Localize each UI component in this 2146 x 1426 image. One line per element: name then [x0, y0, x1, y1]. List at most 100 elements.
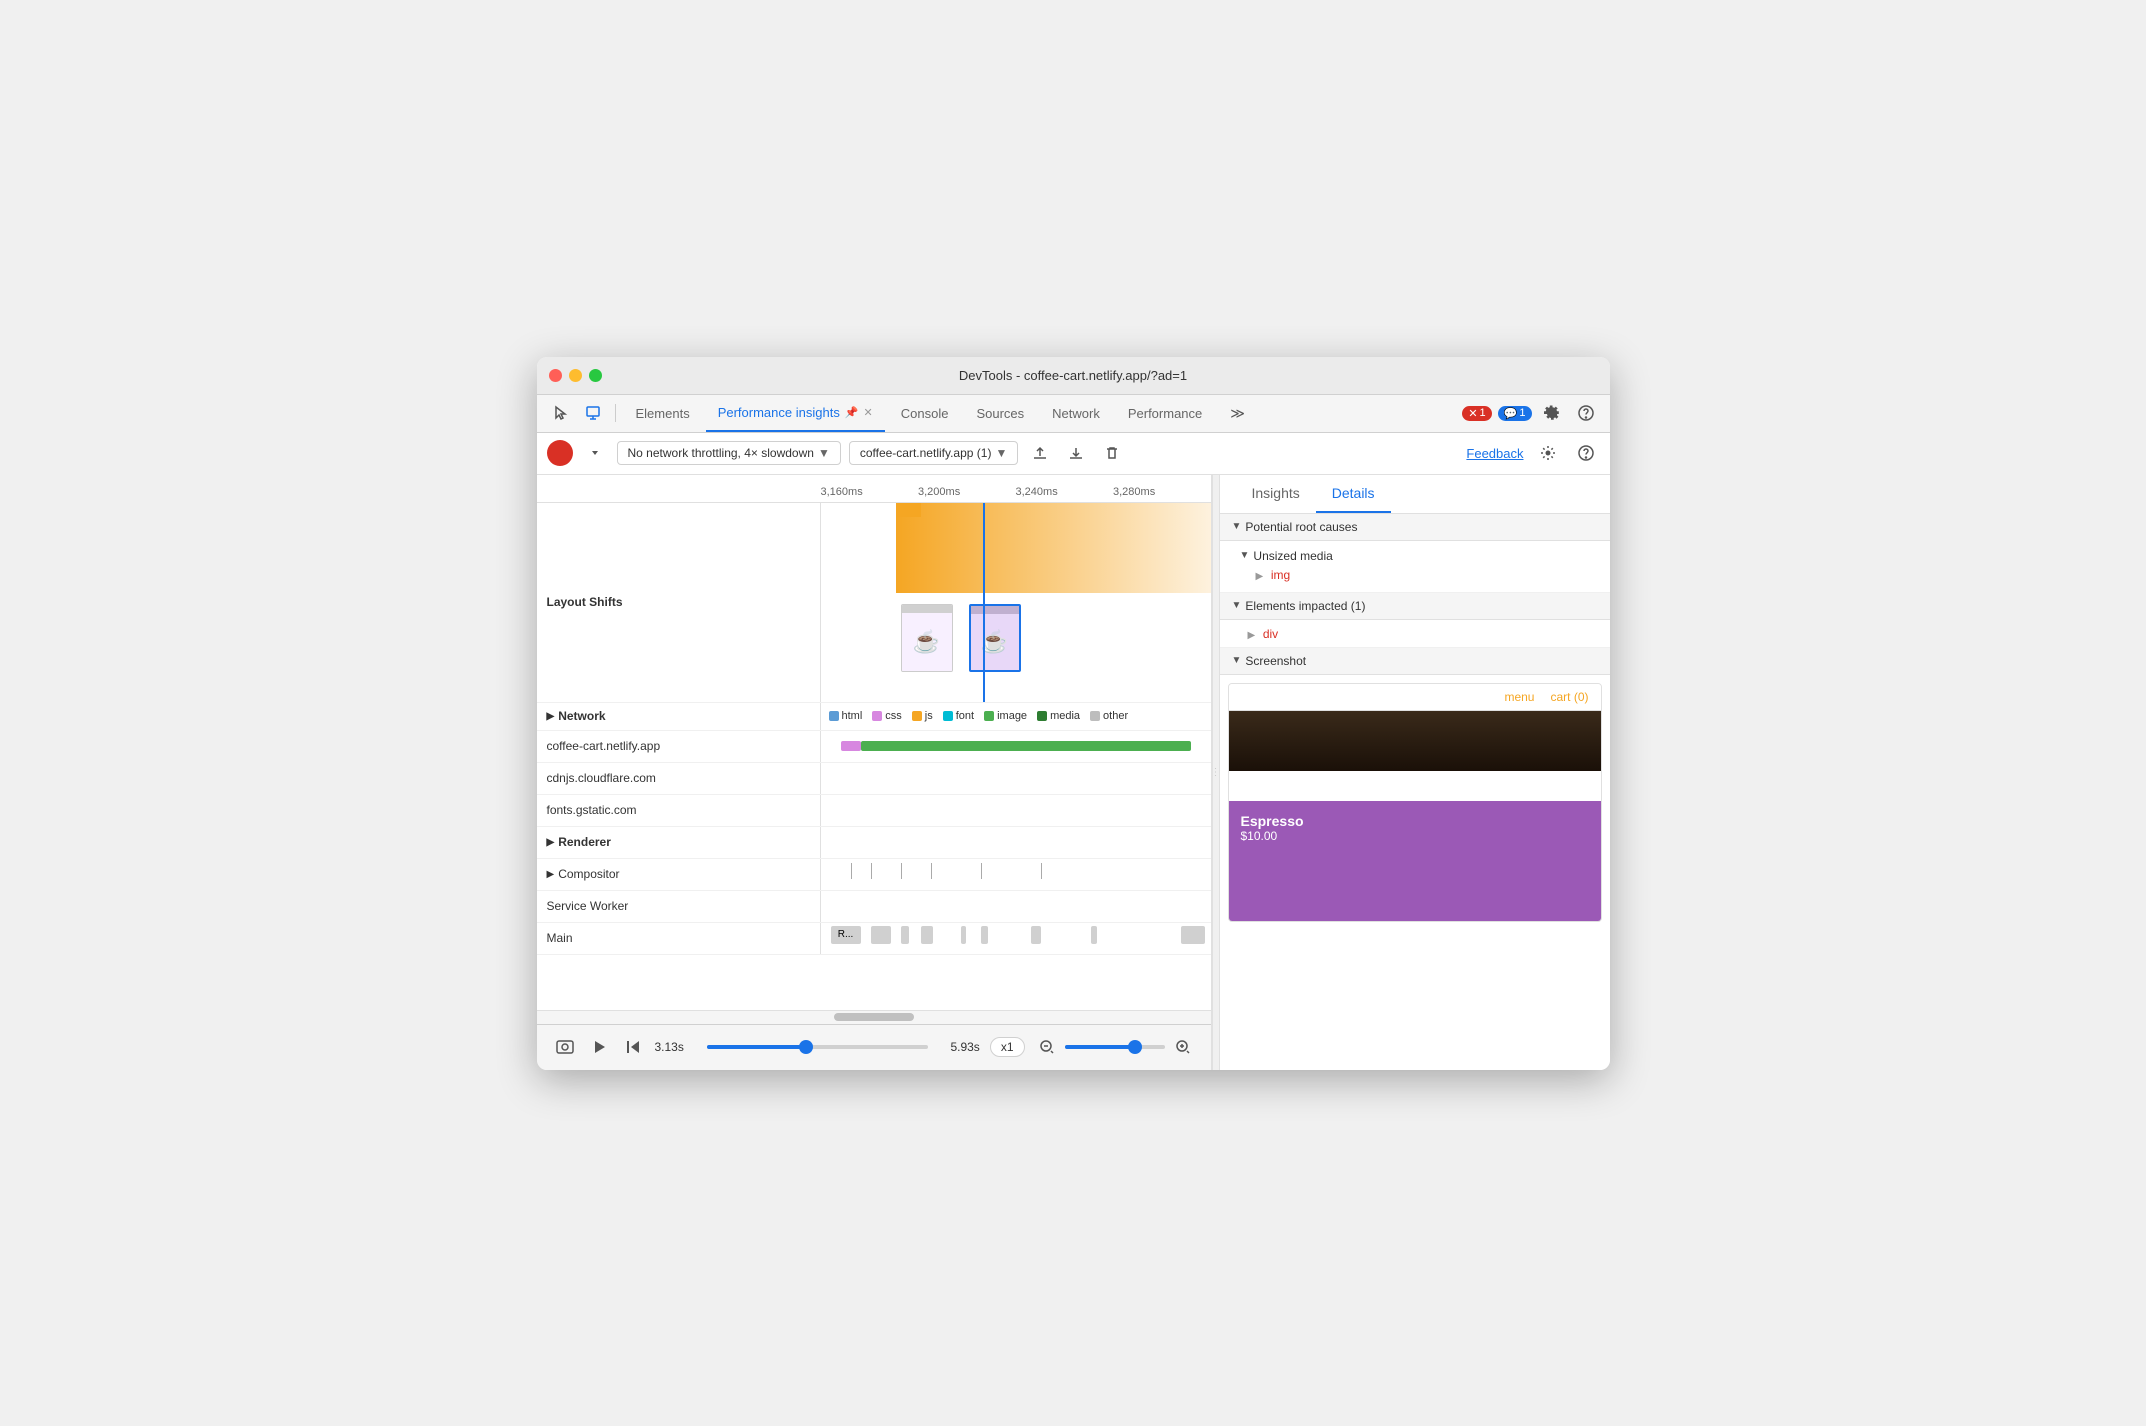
- close-button[interactable]: [549, 369, 562, 382]
- devtools-window: DevTools - coffee-cart.netlify.app/?ad=1…: [537, 357, 1610, 1070]
- help-icon[interactable]: [1572, 399, 1600, 427]
- triangle-icon-4: ▼: [1232, 600, 1242, 611]
- renderer-row: ▶ Renderer: [537, 827, 1211, 859]
- minimize-button[interactable]: [569, 369, 582, 382]
- toolbar-divider: [615, 404, 616, 422]
- main-content[interactable]: R...: [821, 923, 1211, 954]
- tab-sources[interactable]: Sources: [964, 394, 1036, 432]
- playback-slider[interactable]: [707, 1045, 928, 1049]
- thumbnail-2[interactable]: ☕: [969, 604, 1021, 672]
- play-button[interactable]: [587, 1035, 611, 1059]
- zoom-out-icon[interactable]: [1035, 1035, 1059, 1059]
- inspect-icon[interactable]: [579, 399, 607, 427]
- network-resource-bar-2[interactable]: [821, 763, 1211, 794]
- secondary-toolbar-right: Feedback: [1466, 439, 1599, 467]
- img-link-container: ▶ img: [1240, 567, 1598, 588]
- zoom-container: [1035, 1035, 1195, 1059]
- thumbnail-1[interactable]: ☕: [901, 604, 953, 672]
- screenshot-mode-icon[interactable]: [553, 1035, 577, 1059]
- right-panel: Insights Details ▼ Potential root causes…: [1220, 475, 1610, 1070]
- potential-root-causes-header[interactable]: ▼ Potential root causes: [1220, 514, 1610, 541]
- main-content: 3,160ms 3,200ms 3,240ms 3,280ms Layout S…: [537, 475, 1610, 1070]
- elements-impacted-header[interactable]: ▼ Elements impacted (1): [1220, 593, 1610, 620]
- screenshot-product-card: Espresso $10.00: [1229, 801, 1601, 921]
- window-title: DevTools - coffee-cart.netlify.app/?ad=1: [959, 368, 1187, 383]
- url-dropdown-arrow: ▼: [995, 446, 1007, 460]
- url-dropdown[interactable]: coffee-cart.netlify.app (1) ▼: [849, 441, 1019, 465]
- renderer-content[interactable]: [821, 827, 1211, 858]
- screenshot-white-area: [1229, 771, 1601, 801]
- tab-network[interactable]: Network: [1040, 394, 1112, 432]
- network-legend-content: html css js: [821, 703, 1211, 730]
- main-row: Main R...: [537, 923, 1211, 955]
- jump-to-start-button[interactable]: [621, 1035, 645, 1059]
- screenshot-section: menu cart (0) Espresso $10.00: [1220, 675, 1610, 930]
- delete-icon[interactable]: [1098, 439, 1126, 467]
- zoom-in-icon[interactable]: [1171, 1035, 1195, 1059]
- toolbar-right: ✕ 1 💬 1: [1462, 399, 1599, 427]
- network-resource-bar-1[interactable]: [821, 731, 1211, 762]
- unsized-media-section: ▼ Unsized media ▶ img: [1220, 541, 1610, 593]
- service-worker-content[interactable]: [821, 891, 1211, 922]
- screenshot-preview: menu cart (0) Espresso $10.00: [1228, 683, 1602, 922]
- tab-elements[interactable]: Elements: [624, 394, 702, 432]
- throttle-dropdown[interactable]: No network throttling, 4× slowdown ▼: [617, 441, 841, 465]
- throttle-dropdown-arrow: ▼: [818, 446, 830, 460]
- right-panel-tabs: Insights Details: [1220, 475, 1610, 514]
- right-panel-content: ▼ Potential root causes ▼ Unsized media …: [1220, 514, 1610, 1070]
- unsized-media-header[interactable]: ▼ Unsized media: [1240, 545, 1598, 567]
- time-end-label: 5.93s: [942, 1040, 980, 1054]
- img-link[interactable]: img: [1271, 568, 1290, 582]
- tab-insights[interactable]: Insights: [1236, 475, 1316, 513]
- tab-details[interactable]: Details: [1316, 475, 1391, 513]
- help-icon-2[interactable]: [1572, 439, 1600, 467]
- network-resource-bar-3[interactable]: [821, 795, 1211, 826]
- pin-icon: 📌: [845, 406, 859, 419]
- bottom-bar: 3.13s 5.93s x1: [537, 1024, 1211, 1070]
- layout-shifts-label: Layout Shifts: [537, 503, 821, 702]
- tab-console[interactable]: Console: [889, 394, 961, 432]
- legend-image: image: [984, 710, 1027, 722]
- screenshot-cart-link: cart (0): [1550, 690, 1588, 704]
- tab-performance[interactable]: Performance: [1116, 394, 1214, 432]
- network-resource-3: fonts.gstatic.com: [537, 795, 1211, 827]
- network-resource-label-2: cdnjs.cloudflare.com: [537, 763, 821, 794]
- tab-performance-insights[interactable]: Performance insights 📌 ✕: [706, 394, 885, 432]
- legend-html: html: [829, 710, 863, 722]
- time-tick-2: 3,200ms: [918, 486, 1016, 498]
- settings-icon[interactable]: [1538, 399, 1566, 427]
- screenshot-header[interactable]: ▼ Screenshot: [1220, 648, 1610, 675]
- div-link[interactable]: div: [1263, 627, 1278, 641]
- network-header-row: ▶ Network html css: [537, 703, 1211, 731]
- more-tabs-button[interactable]: ≫: [1218, 394, 1257, 432]
- cursor-icon[interactable]: [547, 399, 575, 427]
- layout-shifts-content[interactable]: ☕ ☕: [821, 503, 1211, 702]
- network-resource-2: cdnjs.cloudflare.com: [537, 763, 1211, 795]
- resize-handle[interactable]: ⋮: [1212, 475, 1220, 1070]
- network-label: ▶ Network: [537, 703, 821, 730]
- speed-badge[interactable]: x1: [990, 1037, 1025, 1057]
- upload-icon[interactable]: [1026, 439, 1054, 467]
- screenshot-menu-link: menu: [1504, 690, 1534, 704]
- feedback-link[interactable]: Feedback: [1466, 446, 1523, 461]
- legend-font: font: [943, 710, 974, 722]
- triangle-icon-3: ▶: [1256, 571, 1264, 582]
- settings-icon-2[interactable]: [1534, 439, 1562, 467]
- main-label: Main: [537, 923, 821, 954]
- record-button[interactable]: [547, 440, 573, 466]
- compositor-content[interactable]: [821, 859, 1211, 890]
- legend-js: js: [912, 710, 933, 722]
- time-tick-1: 3,160ms: [821, 486, 919, 498]
- message-badge[interactable]: 💬 1: [1498, 406, 1532, 421]
- zoom-slider[interactable]: [1065, 1045, 1165, 1049]
- maximize-button[interactable]: [589, 369, 602, 382]
- horizontal-scrollbar[interactable]: [537, 1010, 1211, 1024]
- download-icon[interactable]: [1062, 439, 1090, 467]
- error-badge[interactable]: ✕ 1: [1462, 406, 1491, 421]
- triangle-icon-2: ▼: [1240, 550, 1250, 561]
- time-start-label: 3.13s: [655, 1040, 693, 1054]
- tab-close-icon[interactable]: ✕: [864, 406, 873, 419]
- div-link-container: ▶ div: [1220, 620, 1610, 648]
- dropdown-arrow-icon[interactable]: [581, 439, 609, 467]
- legend-css: css: [872, 710, 902, 722]
